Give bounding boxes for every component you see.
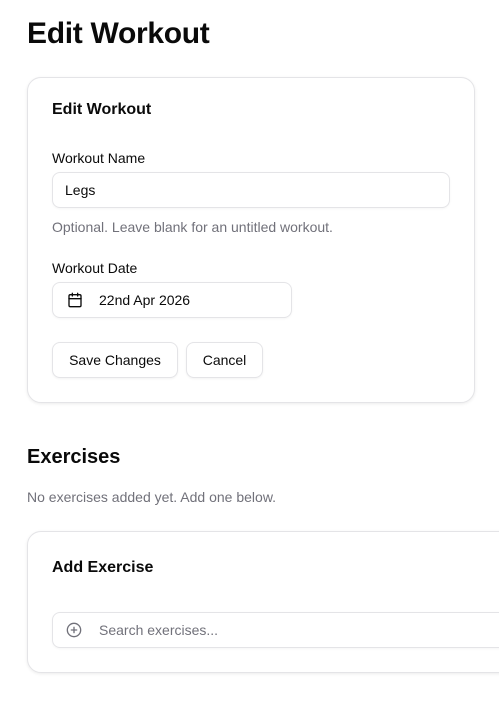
edit-workout-card-title: Edit Workout	[52, 101, 152, 118]
exercise-search-input[interactable]: Search exercises...	[52, 612, 499, 648]
cancel-button[interactable]: Cancel	[186, 342, 263, 378]
workout-name-hint: Optional. Leave blank for an untitled wo…	[52, 219, 333, 235]
workout-name-label: Workout Name	[52, 150, 146, 166]
workout-date-label: Workout Date	[52, 260, 138, 276]
exercises-empty-text: No exercises added yet. Add one below.	[27, 489, 277, 505]
workout-date-picker[interactable]: 22nd Apr 2026	[52, 282, 292, 318]
calendar-icon	[67, 292, 83, 308]
workout-name-input[interactable]: Legs	[52, 172, 450, 208]
plus-circle-icon	[66, 622, 82, 638]
add-exercise-card-title: Add Exercise	[52, 559, 154, 576]
add-exercise-card: Add Exercise Search exercises...	[27, 531, 499, 673]
edit-workout-card: Edit Workout Workout Name Legs Optional.…	[27, 77, 475, 403]
workout-date-value: 22nd Apr 2026	[99, 292, 191, 308]
workout-name-value: Legs	[65, 182, 96, 198]
save-changes-button[interactable]: Save Changes	[52, 342, 178, 378]
page-title: Edit Workout	[27, 17, 210, 50]
exercises-heading: Exercises	[27, 446, 121, 468]
exercise-search-placeholder: Search exercises...	[99, 622, 219, 638]
